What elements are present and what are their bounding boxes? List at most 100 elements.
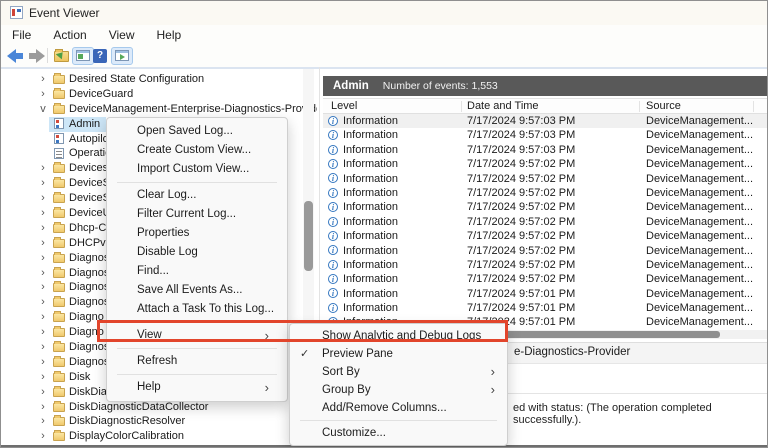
tree-item-icon [54,147,64,159]
context-menu: Open Saved Log... Create Custom View... … [106,117,288,402]
tree-item-label: Admin [69,117,101,130]
forward-arrow-icon[interactable] [27,49,45,63]
view-submenu-item[interactable]: Group By › [290,381,507,399]
event-row[interactable]: i Information 7/17/2024 9:57:03 PM Devic… [323,128,767,143]
tree-chevron-icon[interactable]: › [37,206,49,221]
event-source: DeviceManagement... [646,201,753,214]
event-row[interactable]: i Information 7/17/2024 9:57:02 PM Devic… [323,229,767,244]
view-submenu-item[interactable] [290,417,507,424]
context-menu-item[interactable]: Save All Events As... [107,281,287,300]
context-menu-item[interactable]: Import Custom View... [107,160,287,179]
menubar-item[interactable]: File [1,28,42,42]
tree-chevron-icon[interactable]: › [37,325,49,340]
context-menu-item[interactable]: Find... [107,262,287,281]
context-menu-item[interactable]: Properties [107,224,287,243]
event-row[interactable]: i Information 7/17/2024 9:57:02 PM Devic… [323,185,767,201]
context-menu-item[interactable]: Disable Log [107,243,287,262]
information-icon: i [328,158,338,169]
event-row[interactable]: i Information 7/17/2024 9:57:02 PM Devic… [323,157,767,172]
tree-scrollbar-thumb[interactable] [304,201,313,271]
tree-chevron-icon[interactable]: › [37,176,49,191]
tree-chevron-icon[interactable]: › [37,280,49,295]
tree-item[interactable]: › DeviceGuard [1,87,317,102]
event-row[interactable]: i Information 7/17/2024 9:57:01 PM Devic… [323,301,767,316]
column-header-date[interactable]: Date and Time [467,100,539,112]
menubar-item[interactable]: Action [42,28,97,42]
tree-chevron-icon[interactable]: › [37,266,49,281]
context-menu-item[interactable] [107,179,287,186]
tree-item[interactable]: › Desired State Configuration [1,72,317,87]
event-row[interactable]: i Information 7/17/2024 9:57:02 PM Devic… [323,200,767,215]
column-header-source[interactable]: Source [646,100,681,112]
event-row[interactable]: i Information 7/17/2024 9:57:02 PM Devic… [323,171,767,186]
show-action-pane-button[interactable] [111,47,133,65]
submenu-arrow-icon: › [490,364,495,379]
tree-chevron-icon[interactable]: › [37,251,49,266]
tree-chevron-icon[interactable]: › [37,370,49,385]
tree-item-label: Dhcp-Cl [69,221,109,234]
help-icon[interactable]: ? [93,49,107,63]
tree-item-label: Desired State Configuration [69,73,205,85]
tree-chevron-icon[interactable]: › [37,87,49,102]
menubar-item[interactable]: Help [146,28,193,42]
tree-chevron-icon[interactable]: › [37,295,49,310]
view-submenu-item[interactable]: Sort By › [290,363,507,381]
view-submenu-item[interactable]: Customize... [290,424,507,442]
event-row[interactable]: i Information 7/17/2024 9:57:02 PM Devic… [323,214,767,230]
event-row[interactable]: i Information 7/17/2024 9:57:02 PM Devic… [323,272,767,287]
view-submenu-item[interactable]: ✓ Preview Pane [290,345,507,363]
event-datetime: 7/17/2024 9:57:02 PM [467,244,576,257]
tree-chevron-icon[interactable]: › [37,340,49,355]
event-row[interactable]: i Information 7/17/2024 9:57:01 PM Devic… [323,286,767,302]
titlebar[interactable]: Event Viewer [1,1,767,26]
tree-chevron-icon[interactable]: › [37,400,49,415]
context-menu-item[interactable]: Create Custom View... [107,141,287,160]
tree-item[interactable]: › DisplayColorCalibration [1,429,317,444]
tree-chevron-icon[interactable]: › [37,72,49,87]
event-datetime: 7/17/2024 9:57:03 PM [467,129,576,142]
tree-chevron-icon[interactable]: › [37,355,49,370]
context-menu-item[interactable] [107,345,287,352]
menubar-item[interactable]: View [98,28,146,42]
column-divider[interactable] [461,101,462,112]
tree-chevron-icon[interactable]: › [37,161,49,176]
event-row[interactable]: i Information 7/17/2024 9:57:02 PM Devic… [323,257,767,273]
column-divider[interactable] [753,101,754,112]
tree-chevron-icon[interactable]: › [37,191,49,206]
tree-item[interactable]: › DiskDiagnosticResolver [1,414,317,429]
context-menu-item[interactable]: Refresh [107,352,287,371]
tree-chevron-icon[interactable]: › [37,385,49,400]
event-source: DeviceManagement... [646,287,753,300]
tree-item[interactable]: v DeviceManagement-Enterprise-Diagnostic… [1,102,317,117]
tree-item-icon [53,266,65,278]
tree-chevron-icon[interactable]: v [37,102,49,117]
context-menu-item[interactable]: Filter Current Log... [107,205,287,224]
column-header-level[interactable]: Level [331,100,357,112]
preview-description: ed with status: (The operation completed… [513,402,712,426]
context-menu-item[interactable]: Open Saved Log... [107,122,287,141]
tree-chevron-icon[interactable]: › [37,429,49,444]
context-menu-item[interactable]: Attach a Task To this Log... [107,300,287,319]
tree-item-icon [53,415,65,427]
view-submenu-item[interactable]: Add/Remove Columns... [290,399,507,417]
tree-chevron-icon[interactable]: › [37,221,49,236]
event-source: DeviceManagement... [646,273,753,286]
context-menu-item[interactable]: Help › [107,378,287,397]
show-console-tree-button[interactable] [72,47,94,65]
event-row[interactable]: i Information 7/17/2024 9:57:03 PM Devic… [323,142,767,158]
tree-chevron-icon[interactable]: › [37,236,49,251]
information-icon: i [328,274,338,285]
event-row[interactable]: i Information 7/17/2024 9:57:02 PM Devic… [323,243,767,258]
tree-chevron-icon[interactable]: › [37,414,49,429]
context-menu-item[interactable] [107,371,287,378]
tree-item-icon [53,236,65,248]
event-source: DeviceManagement... [646,258,753,271]
events-table-header: Level Date and Time Source [323,98,767,114]
open-folder-icon[interactable] [54,49,69,62]
information-icon: i [328,216,338,227]
context-menu-item[interactable]: Clear Log... [107,186,287,205]
tree-chevron-icon[interactable]: › [37,310,49,325]
back-arrow-icon[interactable] [7,49,25,63]
column-divider[interactable] [639,101,640,112]
event-row[interactable]: i Information 7/17/2024 9:57:03 PM Devic… [323,114,767,129]
